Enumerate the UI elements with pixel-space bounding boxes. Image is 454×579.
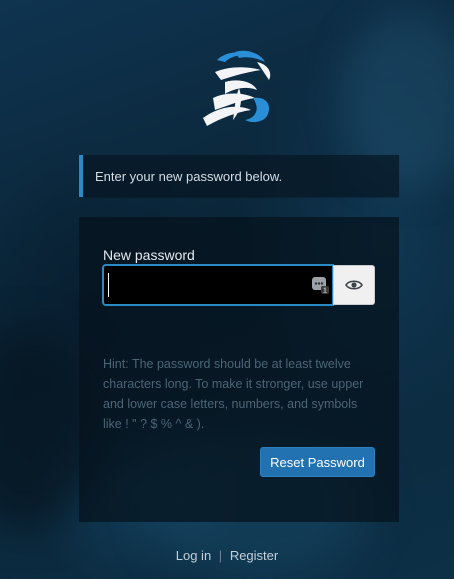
text-caret xyxy=(108,273,109,297)
nav-separator: | xyxy=(218,548,223,563)
password-field-wrapper: 1 xyxy=(103,265,375,305)
eye-icon xyxy=(345,280,363,290)
register-link[interactable]: Register xyxy=(230,548,278,563)
new-password-label: New password xyxy=(103,247,195,263)
toggle-password-visibility-button[interactable] xyxy=(333,265,375,305)
footer-nav: Log in | Register xyxy=(0,548,454,563)
login-link[interactable]: Log in xyxy=(176,548,211,563)
password-hint: Hint: The password should be at least tw… xyxy=(103,357,364,431)
site-logo-icon[interactable] xyxy=(195,48,285,128)
password-manager-icon[interactable]: 1 xyxy=(311,276,329,294)
new-password-input[interactable] xyxy=(103,265,333,305)
info-message: Enter your new password below. xyxy=(79,155,399,197)
reset-password-form: New password 1 Hint: The password should… xyxy=(79,217,399,522)
svg-text:1: 1 xyxy=(323,288,327,295)
reset-password-button[interactable]: Reset Password xyxy=(260,447,375,477)
info-message-text: Enter your new password below. xyxy=(95,169,283,184)
